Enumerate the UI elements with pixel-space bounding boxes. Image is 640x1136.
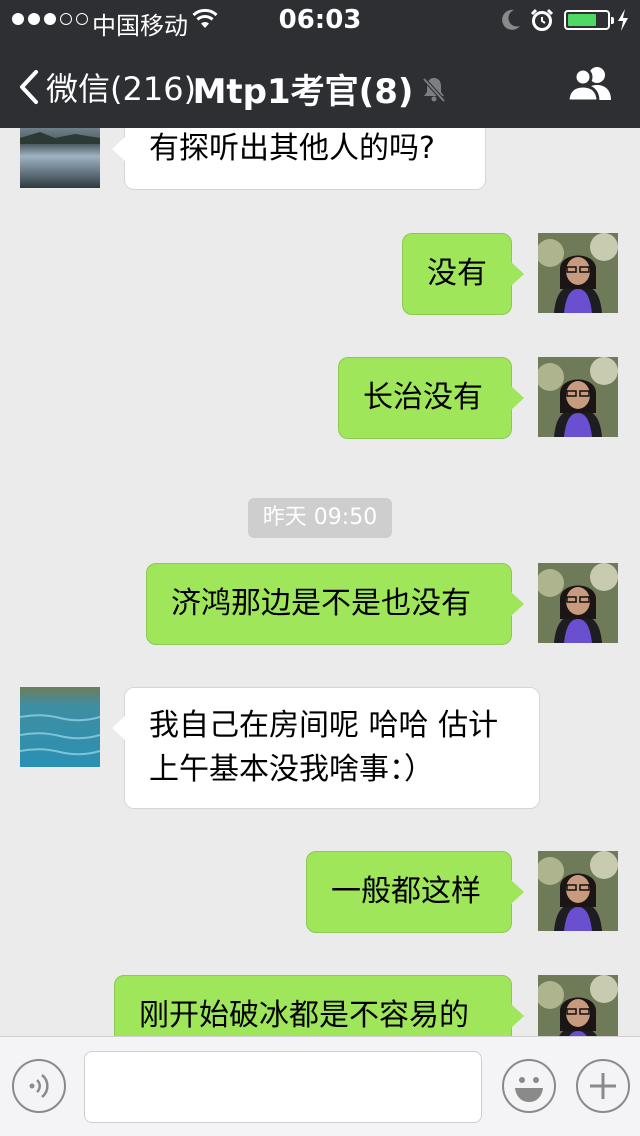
- message-item: 济鸿那边是不是也没有: [0, 563, 640, 645]
- avatar-self[interactable]: [538, 563, 618, 643]
- date-separator: 昨天 09:50: [248, 498, 392, 538]
- message-text: 没有: [427, 256, 487, 291]
- avatar-self[interactable]: [538, 975, 618, 1036]
- do-not-disturb-moon-icon: [502, 9, 520, 30]
- message-bubble[interactable]: 刚开始破冰都是不容易的: [114, 975, 524, 1036]
- group-members-icon[interactable]: [566, 64, 614, 102]
- message-text: 一般都这样: [331, 874, 481, 909]
- message-item: 一般都这样: [0, 851, 640, 933]
- smiley-icon: [515, 1077, 543, 1102]
- navigation-bar: 微信(216) Mtp1考官(8): [0, 40, 640, 128]
- message-text: 有探听出其他人的吗?: [149, 131, 435, 166]
- message-text: 长治没有: [363, 380, 483, 415]
- message-item: 长治没有: [0, 357, 640, 439]
- message-text: 济鸿那边是不是也没有: [171, 586, 471, 621]
- message-bubble[interactable]: 长治没有: [338, 357, 524, 439]
- message-item: 刚开始破冰都是不容易的: [0, 975, 640, 1036]
- emoji-button[interactable]: [502, 1059, 556, 1113]
- message-item: 有探听出其他人的吗?: [0, 128, 640, 198]
- message-text-line: 上午基本没我啥事：）: [149, 752, 434, 787]
- message-item: 没有: [0, 233, 640, 315]
- message-text-line: 我自己在房间呢 哈哈 估计: [149, 708, 499, 743]
- avatar-water[interactable]: [20, 687, 100, 767]
- avatar-self[interactable]: [538, 851, 618, 931]
- message-bubble[interactable]: 我自己在房间呢 哈哈 估计 上午基本没我啥事：）: [112, 687, 540, 809]
- message-text: 刚开始破冰都是不容易的: [139, 998, 469, 1033]
- battery-icon: [564, 10, 614, 30]
- more-options-button[interactable]: [576, 1059, 630, 1113]
- alarm-icon: [530, 8, 554, 31]
- message-bubble[interactable]: 济鸿那边是不是也没有: [146, 563, 524, 645]
- chat-title: Mtp1考官(8): [192, 72, 414, 112]
- avatar-lake[interactable]: [20, 128, 100, 188]
- charging-bolt-icon: [618, 9, 628, 31]
- avatar-self[interactable]: [538, 233, 618, 313]
- avatar-self[interactable]: [538, 357, 618, 437]
- voice-icon: [29, 1074, 49, 1098]
- voice-input-button[interactable]: [12, 1059, 66, 1113]
- muted-bell-icon: [422, 77, 446, 102]
- message-bubble[interactable]: 一般都这样: [306, 851, 524, 933]
- chat-title-area: Mtp1考官(8): [0, 64, 640, 113]
- message-list[interactable]: 有探听出其他人的吗? 没有 长治没有 昨天 09:50 济鸿那边是不是也没有 我…: [0, 128, 640, 1036]
- message-input[interactable]: [84, 1051, 482, 1123]
- message-bubble[interactable]: 有探听出其他人的吗?: [112, 128, 486, 190]
- top-bar: 中国移动 06:03 微信(216) Mtp1考官(8): [0, 0, 640, 128]
- plus-icon: [590, 1073, 616, 1099]
- input-toolbar: [0, 1036, 640, 1136]
- message-bubble[interactable]: 没有: [402, 233, 524, 315]
- status-bar: 中国移动 06:03: [0, 0, 640, 40]
- message-item: 我自己在房间呢 哈哈 估计 上午基本没我啥事：）: [0, 687, 640, 809]
